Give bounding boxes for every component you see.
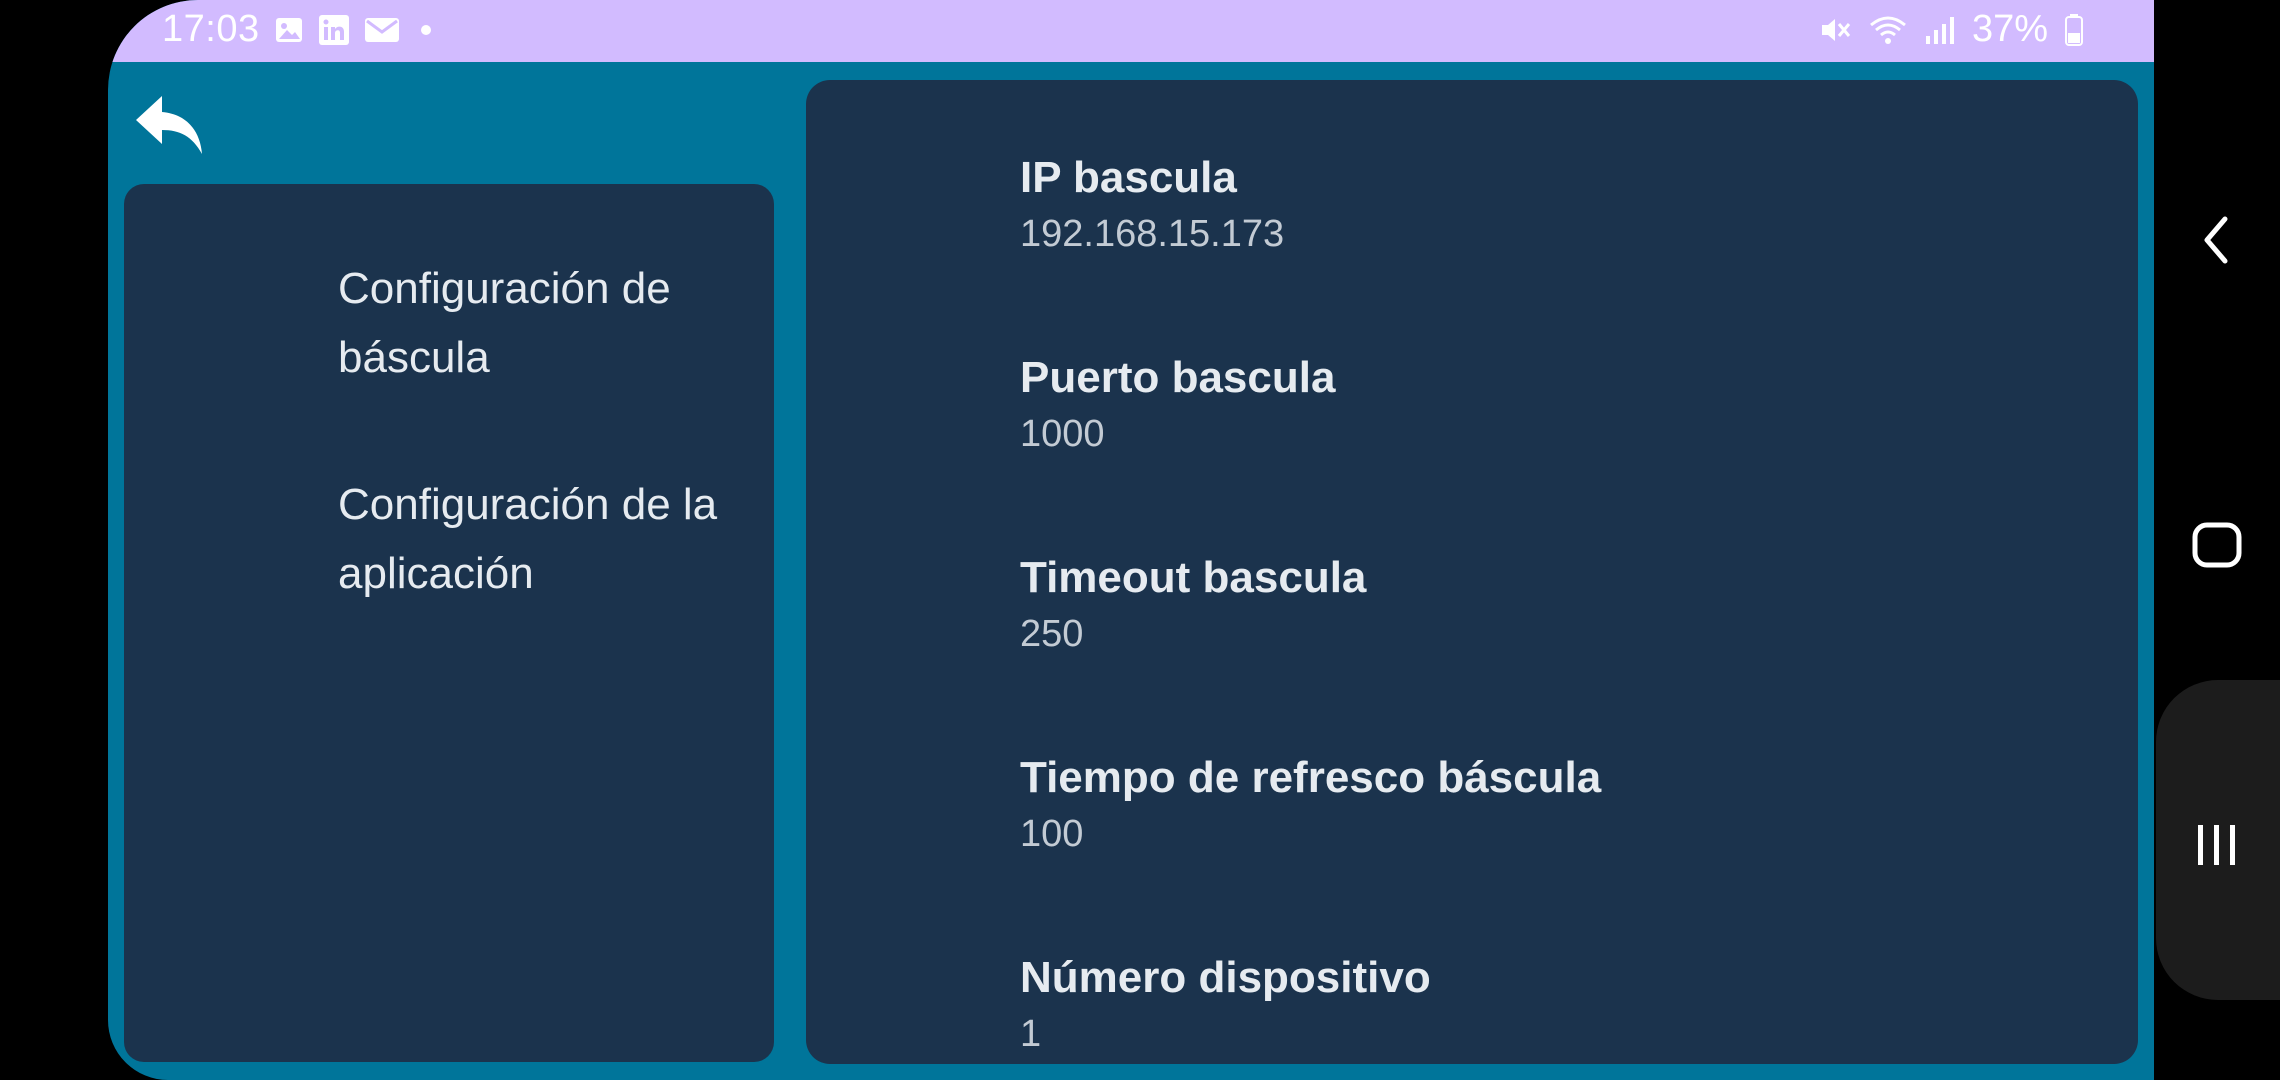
signal-icon xyxy=(1924,14,1956,46)
battery-icon xyxy=(2064,13,2084,47)
pref-scale-port[interactable]: Puerto bascula 1000 xyxy=(1020,350,2020,462)
pref-device-number[interactable]: Número dispositivo 1 xyxy=(1020,950,2020,1062)
battery-percent: 37% xyxy=(1971,8,2048,50)
status-bar: 17:03 37% xyxy=(108,0,2154,62)
home-square-icon xyxy=(2192,522,2242,568)
system-home-button[interactable] xyxy=(2154,505,2280,585)
pref-title: Número dispositivo xyxy=(1020,953,1431,1002)
pref-scale-ip[interactable]: IP bascula 192.168.15.173 xyxy=(1020,150,2020,262)
back-button[interactable] xyxy=(134,92,206,158)
image-icon xyxy=(274,15,304,45)
wifi-icon xyxy=(1868,13,1908,47)
pref-title: Timeout bascula xyxy=(1020,553,1367,602)
pref-value: 1 xyxy=(1020,1013,1042,1055)
category-item-app-config[interactable]: Configuración de la aplicación xyxy=(338,470,738,608)
mail-icon xyxy=(364,16,400,44)
pref-scale-timeout[interactable]: Timeout bascula 250 xyxy=(1020,550,2020,662)
status-time: 17:03 xyxy=(162,8,260,50)
category-item-scale-config[interactable]: Configuración de báscula xyxy=(338,254,738,392)
pref-value: 250 xyxy=(1020,613,1084,655)
dot-icon xyxy=(414,18,438,42)
linkedin-icon xyxy=(318,14,350,46)
pref-value: 100 xyxy=(1020,813,1084,855)
pref-scale-refresh-time[interactable]: Tiempo de refresco báscula 100 xyxy=(1020,750,2020,862)
status-right: 37% xyxy=(1818,8,2084,51)
recents-bars-icon xyxy=(2198,825,2235,865)
pref-value: 192.168.15.173 xyxy=(1020,213,1285,255)
pref-title: IP bascula xyxy=(1020,153,1237,202)
preferences-panel: IP bascula 192.168.15.173 Puerto bascula… xyxy=(806,80,2138,1064)
pref-title: Puerto bascula xyxy=(1020,353,1336,402)
system-back-button[interactable] xyxy=(2154,200,2280,280)
chevron-left-icon xyxy=(2204,216,2228,264)
app-screen: 17:03 37% Configuración de báscula Confi… xyxy=(108,0,2154,1080)
mute-icon xyxy=(1818,13,1852,47)
system-navigation-bar xyxy=(2154,0,2280,1080)
status-left: 17:03 xyxy=(162,8,438,51)
pref-value: 1000 xyxy=(1020,413,1105,455)
system-recents-button[interactable] xyxy=(2154,805,2280,885)
settings-category-panel: Configuración de báscula Configuración d… xyxy=(124,184,774,1062)
reply-arrow-icon xyxy=(136,96,202,154)
pref-title: Tiempo de refresco báscula xyxy=(1020,753,1602,802)
